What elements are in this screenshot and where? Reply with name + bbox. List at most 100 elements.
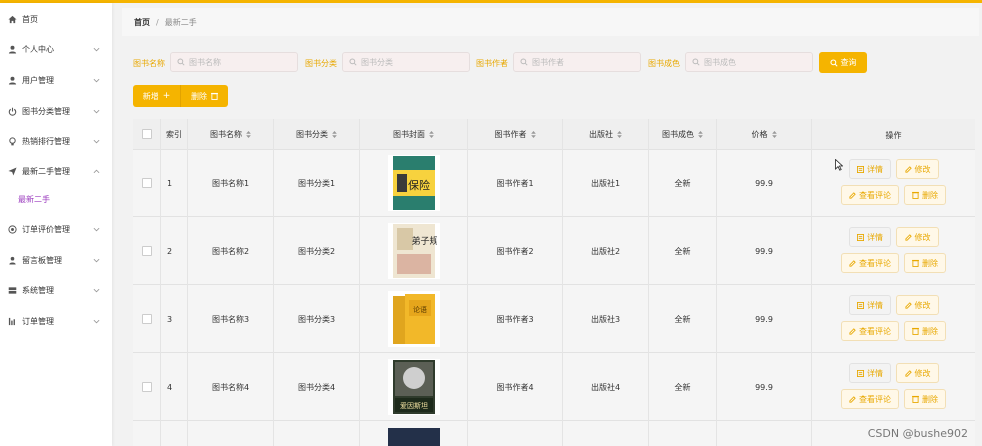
sidebar-item-label: 图书分类管理 <box>22 106 70 116</box>
column-header-category[interactable]: 图书分类 <box>274 119 360 149</box>
person-pin-icon <box>8 256 17 265</box>
breadcrumb: 首页 / 最新二手 <box>122 8 979 36</box>
mouse-cursor-icon <box>835 159 843 171</box>
search-field-book-author[interactable] <box>513 52 641 72</box>
chevron-down-icon <box>92 45 100 53</box>
search-input-book-category[interactable] <box>361 57 461 67</box>
chevron-up-icon <box>92 167 100 175</box>
sidebar-item-order-review[interactable]: 订单评价管理 <box>0 216 112 242</box>
column-header-publisher[interactable]: 出版社 <box>563 119 649 149</box>
search-input-book-name[interactable] <box>189 57 289 67</box>
book-cover-image[interactable]: 论语 <box>387 291 440 347</box>
view-reviews-button[interactable]: 查看评论 <box>841 389 899 409</box>
row-checkbox[interactable] <box>141 314 152 324</box>
sort-icon[interactable] <box>617 130 622 138</box>
chevron-down-icon <box>92 317 100 325</box>
search-input-book-condition[interactable] <box>704 57 804 67</box>
cell-condition: 全新 <box>649 217 717 285</box>
book-cover-image[interactable]: 保险 <box>387 155 440 211</box>
sidebar: 首页 个人中心 用户管理 图书分类管理 热销排行管理 最新二手管理 最新二手 订… <box>0 3 112 446</box>
sidebar-item-label: 订单管理 <box>22 316 54 326</box>
sidebar-item-label: 留言板管理 <box>22 255 62 265</box>
row-checkbox[interactable] <box>141 382 152 392</box>
watermark: CSDN @bushe902 <box>867 427 968 440</box>
edit-button[interactable]: 修改 <box>896 159 939 179</box>
sidebar-item-home[interactable]: 首页 <box>0 6 112 32</box>
sidebar-item-personal-center[interactable]: 个人中心 <box>0 36 112 62</box>
row-checkbox[interactable] <box>141 246 152 256</box>
search-field-book-name[interactable] <box>170 52 298 72</box>
search-label-book-author: 图书作者 <box>476 59 508 68</box>
send-icon <box>8 166 17 176</box>
column-header-actions: 操作 <box>885 130 902 140</box>
column-header-price[interactable]: 价格 <box>717 119 812 149</box>
delete-row-button[interactable]: 删除 <box>904 253 946 273</box>
cell-book-author <box>468 421 563 446</box>
sidebar-item-book-category[interactable]: 图书分类管理 <box>0 98 112 124</box>
cell-actions <box>812 217 975 285</box>
book-cover-image[interactable]: 弟子规 <box>387 223 440 279</box>
column-header-index: 索引 <box>161 119 188 149</box>
query-button[interactable]: 查询 <box>819 52 867 73</box>
add-button[interactable]: 新增 + <box>133 85 180 107</box>
cell-book-name: 图书名称3 <box>188 285 274 353</box>
detail-button[interactable]: 详情 <box>849 295 891 315</box>
sort-icon[interactable] <box>246 130 251 138</box>
cell-index: 4 <box>161 353 188 421</box>
sidebar-item-message-board[interactable]: 留言板管理 <box>0 247 112 273</box>
sidebar-item-system-management[interactable]: 系统管理 <box>0 277 112 303</box>
delete-row-button[interactable]: 删除 <box>904 389 946 409</box>
cell-index: 1 <box>161 149 188 217</box>
book-cover-image[interactable] <box>387 428 440 446</box>
sort-icon[interactable] <box>530 130 536 138</box>
column-header-condition[interactable]: 图书成色 <box>649 119 717 149</box>
sort-icon[interactable] <box>771 130 777 138</box>
sidebar-item-order-management[interactable]: 订单管理 <box>0 308 112 334</box>
row-checkbox[interactable] <box>141 178 152 188</box>
cell-publisher: 出版社2 <box>563 217 649 285</box>
column-header-name[interactable]: 图书名称 <box>188 119 274 149</box>
plus-icon: + <box>162 91 171 101</box>
column-header-cover[interactable]: 图书封面 <box>360 119 468 149</box>
delete-row-button[interactable]: 删除 <box>904 185 946 205</box>
search-field-book-condition[interactable] <box>685 52 813 72</box>
edit-button[interactable]: 修改 <box>896 227 939 247</box>
cell-book-author: 图书作者1 <box>468 149 563 217</box>
book-cover-image[interactable]: 爱因斯坦 <box>387 359 440 415</box>
edit-button[interactable]: 修改 <box>896 363 939 383</box>
sidebar-item-label: 个人中心 <box>22 44 54 54</box>
sort-icon[interactable] <box>332 130 337 138</box>
trash-icon <box>912 327 919 335</box>
detail-button[interactable]: 详情 <box>849 159 891 179</box>
row-select-cell <box>133 149 161 217</box>
delete-row-button[interactable]: 删除 <box>904 321 946 341</box>
trash-icon <box>912 395 919 403</box>
view-reviews-button[interactable]: 查看评论 <box>841 185 899 205</box>
cell-book-name <box>188 421 274 446</box>
sidebar-item-hot-ranking[interactable]: 热销排行管理 <box>0 128 112 154</box>
sidebar-item-user-management[interactable]: 用户管理 <box>0 67 112 93</box>
view-reviews-button[interactable]: 查看评论 <box>841 321 899 341</box>
sort-icon[interactable] <box>429 130 434 138</box>
cover-title: 弟子规 <box>411 235 437 247</box>
edit-button[interactable]: 修改 <box>896 295 939 315</box>
server-icon <box>8 286 17 295</box>
view-reviews-button[interactable]: 查看评论 <box>841 253 899 273</box>
sidebar-item-latest-secondhand[interactable]: 最新二手管理 <box>0 158 112 184</box>
select-all-checkbox[interactable] <box>141 129 152 139</box>
detail-button[interactable]: 详情 <box>849 363 891 383</box>
delete-button-label: 删除 <box>191 91 207 101</box>
sort-icon[interactable] <box>698 130 703 138</box>
breadcrumb-home[interactable]: 首页 <box>134 17 150 28</box>
batch-delete-button[interactable]: 删除 <box>180 85 228 107</box>
home-icon <box>8 15 17 24</box>
detail-button[interactable]: 详情 <box>849 227 891 247</box>
chevron-down-icon <box>92 286 100 294</box>
search-input-book-author[interactable] <box>532 57 632 67</box>
cell-book-cover: 爱因斯坦 <box>360 353 468 421</box>
column-header-author[interactable]: 图书作者 <box>468 119 563 149</box>
cell-book-cover: 论语 <box>360 285 468 353</box>
chevron-down-icon <box>92 225 100 233</box>
sidebar-subitem-latest-secondhand[interactable]: 最新二手 <box>0 189 112 209</box>
search-field-book-category[interactable] <box>342 52 470 72</box>
